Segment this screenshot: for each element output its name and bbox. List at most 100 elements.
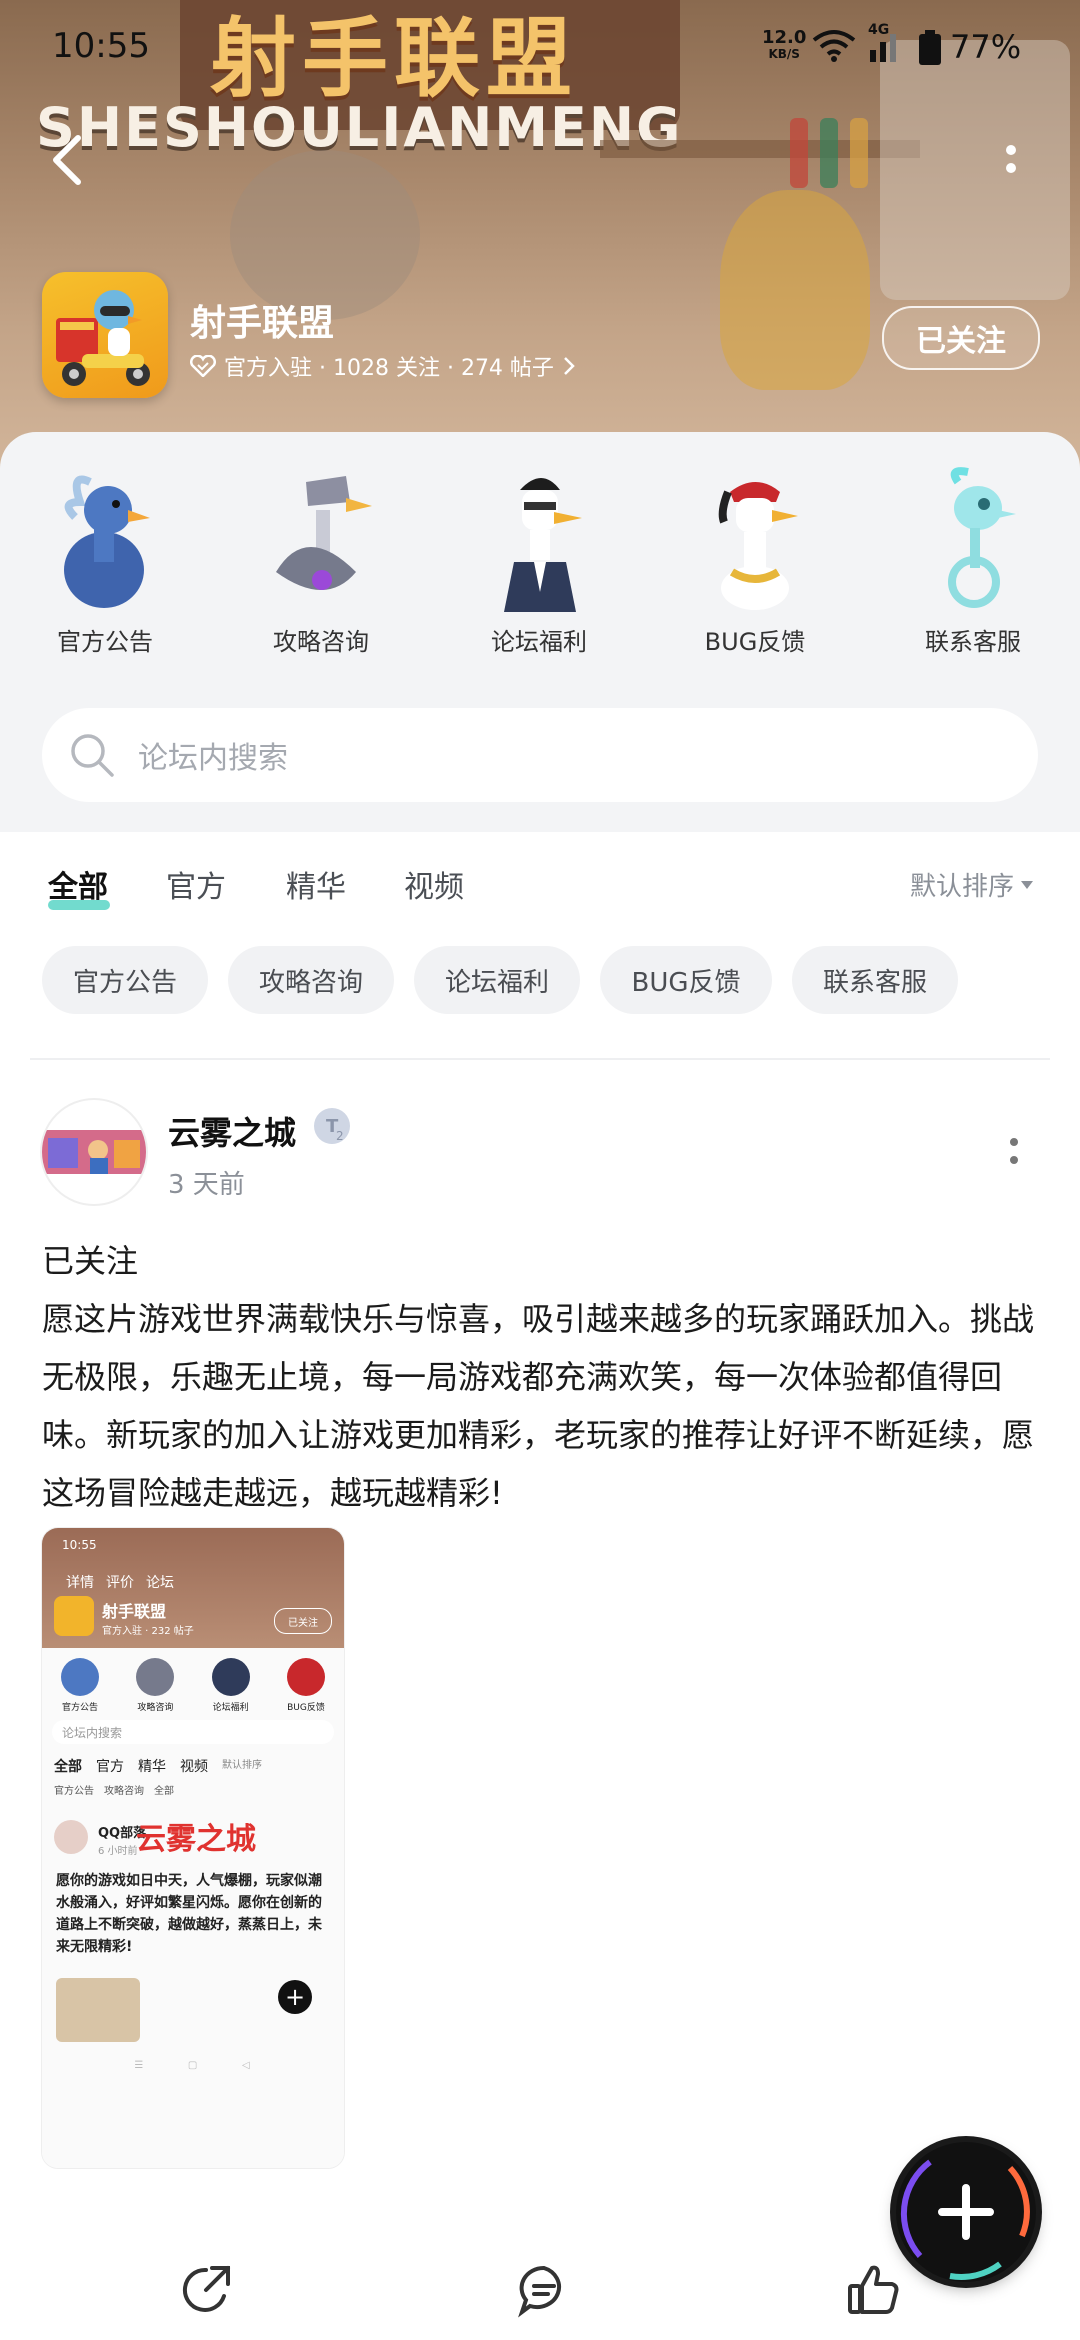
category-strategy[interactable]: 攻略咨询 (236, 462, 406, 657)
category-label: 攻略咨询 (273, 628, 369, 656)
thumb-cat: 攻略咨询 (125, 1658, 185, 1713)
tab-official[interactable]: 官方 (166, 862, 226, 906)
battery-percent: 77% (950, 28, 1022, 66)
thumb-nav-item: 评价 (106, 1575, 134, 1591)
signal-icon (870, 34, 896, 62)
thumb-categories: 官方公告 攻略咨询 论坛福利 BUG反馈 (50, 1658, 336, 1713)
forum-meta-text: 官方入驻 · 1028 关注 · 274 帖子 (224, 356, 554, 381)
clock: 10:55 (52, 26, 150, 66)
thumb-time-ago: 6 小时前 (98, 1846, 138, 1857)
battery-icon (919, 30, 941, 65)
thumb-cat: 官方公告 (50, 1658, 110, 1713)
thumb-search: 论坛内搜索 (52, 1720, 334, 1744)
post-more-icon[interactable] (1006, 1134, 1022, 1174)
chip-official-notice[interactable]: 官方公告 (42, 946, 208, 1014)
thumb-tabs: 全部 官方 精华 视频 默认排序 (54, 1759, 262, 1775)
skeleton-goose-icon (898, 462, 1048, 612)
thumb-fab: + (278, 1980, 312, 2014)
more-icon[interactable] (996, 138, 1026, 198)
category-label: BUG反馈 (704, 628, 806, 656)
forum-meta[interactable]: 官方入驻 · 1028 关注 · 274 帖子 (190, 350, 576, 382)
category-label: 联系客服 (925, 628, 1021, 656)
blue-goose-icon (30, 462, 180, 612)
category-bug-report[interactable]: BUG反馈 (670, 462, 840, 657)
category-label: 官方公告 (57, 628, 153, 656)
post-body: 愿这片游戏世界满载快乐与惊喜，吸引越来越多的玩家踊跃加入。挑战无极限，乐趣无止境… (42, 1300, 1035, 1512)
thumb-cat: BUG反馈 (276, 1658, 336, 1713)
bandana-goose-icon (680, 462, 830, 612)
search-icon (71, 734, 114, 777)
status-bar: 10:55 12.0 KB/S 4G 77% (0, 0, 1080, 96)
thumb-nav-item: 详情 (66, 1575, 94, 1591)
chip-welfare[interactable]: 论坛福利 (414, 946, 580, 1014)
forum-name: 射手联盟 (190, 303, 335, 344)
net-speed-value: 12.0 (762, 27, 807, 48)
thumb-time: 10:55 (62, 1538, 97, 1552)
app-icon[interactable] (42, 272, 168, 398)
tab-video[interactable]: 视频 (404, 862, 464, 906)
tab-featured[interactable]: 精华 (286, 862, 346, 906)
follow-button[interactable]: 已关注 (882, 306, 1040, 370)
post-card[interactable]: 云雾之城 T 2 3 天前 已关注 愿这片游戏世界满载快乐与惊喜，吸引越来越多的… (0, 1062, 1080, 2340)
thumb-follow: 已关注 (274, 1608, 332, 1634)
banner-subtitle: SHESHOULIANMENG (36, 96, 683, 159)
level-number: 2 (336, 1129, 344, 1143)
thumb-image (56, 1978, 140, 2042)
robot-goose-icon (246, 462, 396, 612)
thumb-avatar (54, 1820, 88, 1854)
thumb-nav-item: 论坛 (146, 1575, 174, 1591)
filter-bar: 全部 官方 精华 视频 默认排序 官方公告 攻略咨询 论坛福利 BUG反馈 联系… (0, 832, 1080, 1062)
background-bottle (790, 118, 808, 188)
avatar-image (42, 1130, 146, 1174)
caret-down-icon (1021, 880, 1034, 889)
author-name[interactable]: 云雾之城 (168, 1108, 296, 1154)
chip-bug-report[interactable]: BUG反馈 (600, 946, 772, 1014)
sort-dropdown[interactable]: 默认排序 (910, 866, 1034, 903)
net-speed: 12.0 KB/S (762, 27, 807, 62)
thumb-text: 愿你的游戏如日中天，人气爆棚，玩家似潮水般涌入，好评如繁星闪烁。愿你在创新的道路… (56, 1873, 322, 1955)
comment-icon[interactable] (516, 2262, 572, 2318)
background-bottle (850, 118, 868, 188)
category-label: 论坛福利 (491, 628, 587, 656)
tab-all[interactable]: 全部 (48, 862, 108, 906)
post-time: 3 天前 (168, 1170, 245, 1200)
background-shelf (600, 140, 920, 158)
category-customer-service[interactable]: 联系客服 (888, 462, 1058, 657)
level-badge-icon: T 2 (314, 1108, 350, 1144)
thumb-body: 官方公告 攻略咨询 论坛福利 BUG反馈 论坛内搜索 全部 官方 精华 视频 默… (42, 1648, 344, 2168)
category-official-notice[interactable]: 官方公告 (20, 462, 190, 657)
suit-goose-icon (464, 462, 614, 612)
forum-search[interactable]: 论坛内搜索 (42, 708, 1038, 802)
divider (30, 1058, 1050, 1060)
thumb-header: 10:55 详情 评价 论坛 射手联盟 官方入驻 · 232 帖子 已关注 (42, 1528, 344, 1648)
scooter-goose-icon (56, 290, 150, 386)
category-panel: 官方公告 攻略咨询 论坛福利 BUG反馈 联系客服 论坛内搜索 (0, 432, 1080, 832)
post-actions (0, 2238, 1080, 2338)
search-input[interactable]: 论坛内搜索 (138, 733, 288, 777)
thumb-app-name: 射手联盟 (102, 1602, 167, 1621)
category-welfare[interactable]: 论坛福利 (454, 462, 624, 657)
wifi-icon (812, 30, 856, 62)
back-button[interactable] (44, 130, 94, 190)
thumb-nav: 详情 评价 论坛 (66, 1572, 174, 1592)
post-content: 已关注 愿这片游戏世界满载快乐与惊喜，吸引越来越多的玩家踊跃加入。挑战无极限，乐… (42, 1232, 1042, 1522)
thumb-chips: 官方公告 攻略咨询 全部 (54, 1786, 174, 1797)
thumb-app-icon (54, 1596, 94, 1636)
chip-strategy[interactable]: 攻略咨询 (228, 946, 394, 1014)
background-bird (720, 190, 870, 390)
post-line: 已关注 (42, 1242, 139, 1280)
share-icon[interactable] (178, 2262, 234, 2318)
chevron-right-icon (564, 357, 575, 375)
chip-customer-service[interactable]: 联系客服 (792, 946, 958, 1014)
thumb-meta: 官方入驻 · 232 帖子 (102, 1626, 194, 1637)
thumb-overlay-text: 云雾之城 (136, 1822, 256, 1857)
verified-heart-icon (190, 355, 216, 377)
thumb-nav-bar: ☰ ▢ ◁ (134, 2060, 250, 2071)
background-bottle (820, 118, 838, 188)
post-image[interactable]: 10:55 详情 评价 论坛 射手联盟 官方入驻 · 232 帖子 已关注 官方… (42, 1528, 344, 2168)
forum-header: 射手联盟 SHESHOULIANMENG 10:55 12.0 KB/S 4G … (0, 0, 1080, 470)
avatar[interactable] (40, 1098, 148, 1206)
net-speed-unit: KB/S (768, 47, 800, 61)
thumb-cat: 论坛福利 (201, 1658, 261, 1713)
like-icon[interactable] (846, 2262, 902, 2318)
